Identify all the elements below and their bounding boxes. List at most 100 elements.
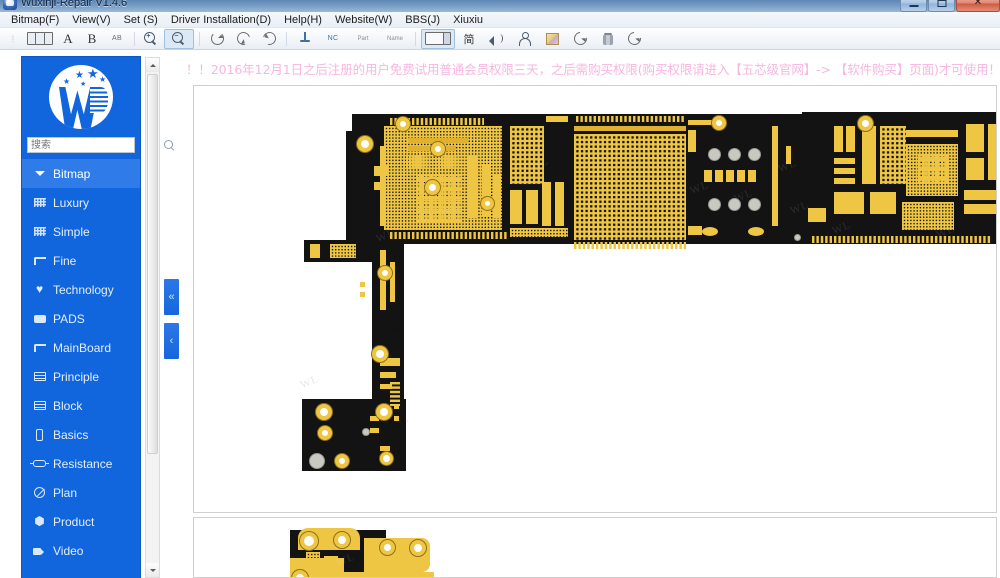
sidebar-item-luxury[interactable]: Luxury [22, 188, 140, 217]
sidebar-item-label: Block [53, 399, 82, 413]
image-button[interactable] [539, 29, 565, 49]
ground-button[interactable] [292, 29, 318, 49]
sidebar-item-label: Luxury [53, 196, 89, 210]
name-button[interactable]: Name [380, 29, 410, 49]
pcb-main-view[interactable]: WL WL WL WL WL WL WL WL WL WL WL WL WL W… [193, 85, 997, 513]
menu-driver-installation[interactable]: Driver Installation(D) [165, 13, 278, 27]
search-box[interactable] [27, 137, 135, 153]
zoom-in-button[interactable]: + [140, 29, 162, 49]
chinese-char-icon: 简 [464, 31, 475, 47]
sidebar-item-label: Technology [53, 283, 114, 297]
sidebar-item-label: Bitmap [53, 167, 90, 181]
notice-banner: ！！2016年12月1日之后注册的用户免费试用普通会员权限三天，之后需购买权限(… [186, 57, 1000, 79]
window-title: Wuxinji-Repair V1.4.6 [21, 0, 127, 9]
refresh-icon [625, 29, 643, 47]
sidebar-item-label: Plan [53, 486, 77, 500]
simplified-chinese-button[interactable]: 简 [457, 29, 481, 49]
sidebar-item-technology[interactable]: ♥ Technology [22, 275, 140, 304]
sidebar-item-block[interactable]: Block [22, 391, 140, 420]
menu-website[interactable]: Website(W) [329, 13, 399, 27]
rotate-1-button[interactable] [205, 29, 229, 49]
sidebar-item-label: Principle [53, 370, 99, 384]
magnifier-minus-icon: − [172, 32, 186, 46]
star-icon: ★ [99, 76, 106, 84]
scrollbar-thumb[interactable] [147, 74, 158, 454]
resistor-icon [32, 458, 47, 470]
pcb-bottom-view[interactable]: WL [193, 517, 997, 578]
close-button[interactable]: ✕ [956, 0, 1000, 12]
grid-icon [32, 226, 47, 238]
sidebar-item-fine[interactable]: Fine [22, 246, 140, 275]
split-view-button[interactable] [25, 29, 55, 49]
close-icon: ✕ [974, 0, 982, 8]
star-icon: ★ [80, 81, 86, 88]
no-entry-icon [32, 487, 47, 499]
search-icon[interactable] [163, 139, 175, 151]
scroll-up-icon[interactable] [146, 58, 159, 72]
nc-button[interactable]: NC [320, 29, 346, 49]
document-icon [32, 371, 47, 383]
sidebar-item-label: Simple [53, 225, 90, 239]
sidebar-item-plan[interactable]: Plan [22, 478, 140, 507]
text-a-button[interactable]: A [57, 29, 79, 49]
minimize-button[interactable] [900, 0, 927, 12]
toolbar-separator [415, 32, 416, 46]
part-button[interactable]: Part [348, 29, 378, 49]
menu-bitmap[interactable]: Bitmap(F) [5, 13, 66, 27]
delete-button[interactable] [595, 29, 621, 49]
sound-button[interactable] [483, 29, 509, 49]
person-icon [518, 32, 530, 45]
collapse-panel-button[interactable]: ‹ [163, 322, 180, 360]
refresh-button[interactable] [567, 29, 593, 49]
sidebar-item-product[interactable]: ⬢ Product [22, 507, 140, 536]
menu-set[interactable]: Set (S) [118, 13, 165, 27]
corner-icon [32, 255, 47, 267]
rotate-3-button[interactable] [257, 29, 281, 49]
rotate-icon [260, 30, 278, 48]
scroll-down-icon[interactable] [146, 563, 159, 577]
ground-anchor-icon [299, 32, 311, 45]
speaker-icon [489, 33, 503, 45]
star-icon: ★ [75, 71, 84, 81]
sidebar-item-video[interactable]: Video [22, 536, 140, 565]
phone-icon [32, 429, 47, 441]
nc-label-icon: NC [328, 35, 339, 42]
sidebar-item-resistance[interactable]: Resistance [22, 449, 140, 478]
sidebar-item-simple[interactable]: Simple [22, 217, 140, 246]
picture-icon [546, 33, 559, 45]
magnifier-plus-icon: + [144, 32, 158, 46]
text-b-button[interactable]: B [81, 29, 103, 49]
text-ab-button[interactable]: AB [105, 29, 129, 49]
rotate-2-button[interactable] [231, 29, 255, 49]
sidebar-item-mainboard[interactable]: MainBoard [22, 333, 140, 362]
menu-xiuxiu[interactable]: Xiuxiu [447, 13, 490, 27]
menu-help[interactable]: Help(H) [278, 13, 329, 27]
zoom-out-button[interactable]: − [164, 29, 194, 49]
toolbar-separator [199, 32, 200, 46]
search-input[interactable] [31, 139, 163, 152]
toolbar-separator [134, 32, 135, 46]
rotate-icon [211, 32, 224, 45]
toolbar-grip[interactable]: ⁞ [3, 29, 23, 49]
star-icon: ★ [87, 67, 99, 80]
name-label-icon: Name [387, 36, 403, 42]
letter-ab-icon: AB [112, 35, 122, 42]
layout-panes-button[interactable] [421, 29, 455, 49]
refresh-icon [571, 29, 589, 47]
collapse-sidebar-button[interactable]: « [163, 278, 180, 316]
heart-icon: ♥ [32, 284, 47, 296]
maximize-button[interactable] [928, 0, 955, 12]
letter-b-icon: B [88, 31, 97, 47]
menu-view[interactable]: View(V) [66, 13, 117, 27]
user-button[interactable] [511, 29, 537, 49]
document-icon [32, 400, 47, 412]
sidebar-nav: Bitmap Luxury Simple Fine ♥ Technology P… [22, 159, 140, 565]
sidebar-scrollbar[interactable] [145, 57, 160, 578]
box-icon: ⬢ [32, 516, 47, 528]
menu-bbs[interactable]: BBS(J) [399, 13, 447, 27]
sidebar-item-pads[interactable]: PADS [22, 304, 140, 333]
sidebar-item-principle[interactable]: Principle [22, 362, 140, 391]
sidebar-item-bitmap[interactable]: Bitmap [22, 159, 140, 188]
overflow-button[interactable] [623, 29, 645, 49]
sidebar-item-basics[interactable]: Basics [22, 420, 140, 449]
